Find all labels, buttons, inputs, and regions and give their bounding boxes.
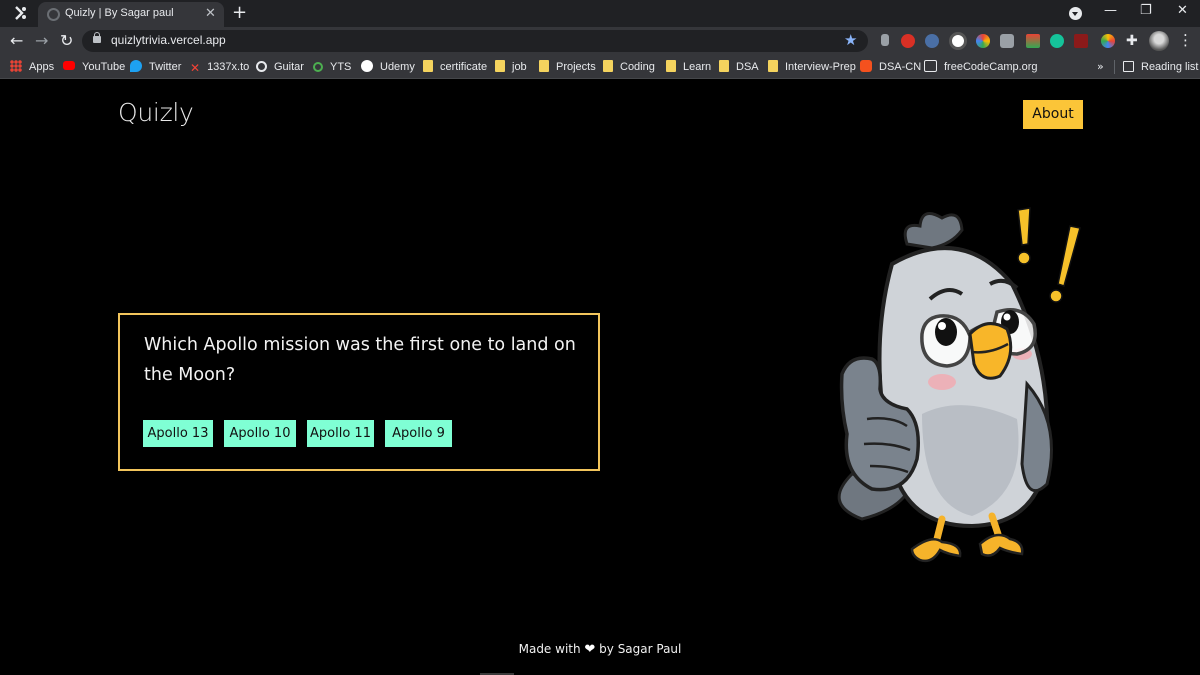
extension-red-icon[interactable]: [901, 34, 915, 48]
extension-pinwheel-icon[interactable]: [1101, 34, 1115, 48]
grammarly-icon[interactable]: [1050, 34, 1064, 48]
answer-option-1[interactable]: Apollo 13: [143, 420, 213, 447]
bookmark-yts[interactable]: YTS: [313, 59, 351, 75]
bookmark-dsa-cn[interactable]: DSA-CN: [860, 59, 921, 75]
extension-bottle-icon[interactable]: [881, 34, 889, 46]
quiz-card: Which Apollo mission was the first one t…: [118, 313, 600, 471]
question-text: Which Apollo mission was the first one t…: [144, 335, 576, 385]
folder-icon: [423, 60, 433, 72]
extension-blue-icon[interactable]: [925, 34, 939, 48]
footer-made-with: Made with: [518, 642, 581, 656]
extension-circle-icon[interactable]: [949, 32, 967, 50]
profile-avatar[interactable]: [1149, 31, 1169, 51]
browser-tab[interactable]: Quizly | By Sagar paul ✕: [38, 2, 224, 27]
extension-color-icon[interactable]: [976, 34, 990, 48]
extension-dark-red-icon[interactable]: [1074, 34, 1088, 48]
tab-close-icon[interactable]: ✕: [205, 6, 216, 21]
exclamation-marks-icon: [1017, 207, 1081, 303]
udemy-icon: [361, 60, 373, 72]
new-tab-icon[interactable]: +: [232, 2, 247, 23]
heart-icon: ❤: [584, 642, 596, 657]
youtube-icon: [63, 61, 75, 70]
extensions-puzzle-icon[interactable]: ✚: [1126, 33, 1140, 49]
answer-option-2[interactable]: Apollo 10: [224, 420, 296, 447]
reading-list[interactable]: Reading list: [1123, 59, 1198, 75]
lock-icon: [93, 32, 101, 43]
pigeon-illustration: [837, 207, 1081, 563]
tab-favicon-icon: [47, 8, 60, 21]
yts-icon: [313, 62, 323, 72]
bookmark-freecodecamp[interactable]: freeCodeCamp.org: [924, 59, 1038, 75]
brand-logo[interactable]: Quizly: [118, 98, 194, 127]
apps-grid-icon: [10, 60, 22, 72]
folder-icon: [719, 60, 729, 72]
browser-logo-icon: [15, 6, 26, 20]
footer: Made with ❤ by Sagar Paul: [0, 642, 1200, 657]
page-content: Quizly About Which Apollo mission was th…: [0, 80, 1200, 675]
address-url[interactable]: quizlytrivia.vercel.app: [111, 33, 226, 47]
bookmark-apps[interactable]: Apps: [10, 59, 54, 75]
footer-author: by Sagar Paul: [599, 642, 682, 656]
bookmark-interview-prep[interactable]: Interview-Prep: [768, 59, 856, 75]
folder-icon: [768, 60, 778, 72]
bookmark-1337x[interactable]: ✕ 1337x.to: [190, 59, 249, 75]
tab-search-icon[interactable]: [1069, 7, 1082, 20]
guitar-icon: [256, 61, 267, 72]
reading-list-icon: [1123, 61, 1134, 72]
restore-icon[interactable]: ❐: [1140, 3, 1152, 18]
more-bookmarks-icon[interactable]: »: [1097, 60, 1104, 73]
folder-icon: [666, 60, 676, 72]
address-bar[interactable]: quizlytrivia.vercel.app ★: [82, 30, 868, 52]
bookmarks-bar: Apps YouTube Twitter ✕ 1337x.to Guitar YT…: [0, 55, 1200, 79]
minimize-icon[interactable]: —: [1104, 3, 1117, 18]
extension-cloud-icon[interactable]: [1000, 34, 1014, 48]
browser-toolbar: ← → ↻ quizlytrivia.vercel.app ★ ✚ ⋮: [0, 27, 1200, 55]
bookmark-udemy[interactable]: Udemy: [361, 59, 415, 75]
1337x-icon: ✕: [190, 61, 201, 75]
bookmark-projects[interactable]: Projects: [539, 59, 596, 75]
bookmark-youtube[interactable]: YouTube: [63, 59, 125, 75]
coding-ninjas-icon: [860, 60, 872, 72]
bookmark-certificate[interactable]: certificate: [423, 59, 487, 75]
freecodecamp-icon: [924, 60, 937, 72]
browser-tab-strip: Quizly | By Sagar paul ✕ + — ❐ ✕: [0, 0, 1200, 27]
folder-icon: [539, 60, 549, 72]
close-window-icon[interactable]: ✕: [1177, 3, 1188, 18]
forward-arrow-icon[interactable]: →: [35, 31, 48, 50]
answer-option-3[interactable]: Apollo 11: [307, 420, 374, 447]
bookmark-twitter[interactable]: Twitter: [130, 59, 181, 75]
twitter-icon: [130, 60, 142, 72]
about-button[interactable]: About: [1023, 100, 1083, 129]
bookmark-learn[interactable]: Learn: [666, 59, 711, 75]
bookmarks-divider: [1114, 60, 1115, 74]
answer-option-4[interactable]: Apollo 9: [385, 420, 452, 447]
folder-icon: [495, 60, 505, 72]
browser-menu-icon[interactable]: ⋮: [1178, 31, 1193, 49]
tab-title: Quizly | By Sagar paul: [65, 7, 174, 19]
bookmark-guitar[interactable]: Guitar: [256, 59, 304, 75]
folder-icon: [603, 60, 613, 72]
bookmark-coding[interactable]: Coding: [603, 59, 655, 75]
bookmark-dsa[interactable]: DSA: [719, 59, 759, 75]
bookmark-star-icon[interactable]: ★: [844, 31, 857, 49]
reload-icon[interactable]: ↻: [60, 31, 73, 50]
back-arrow-icon[interactable]: ←: [10, 31, 23, 50]
extension-grid-icon[interactable]: [1026, 34, 1040, 48]
bookmark-job[interactable]: job: [495, 59, 527, 75]
